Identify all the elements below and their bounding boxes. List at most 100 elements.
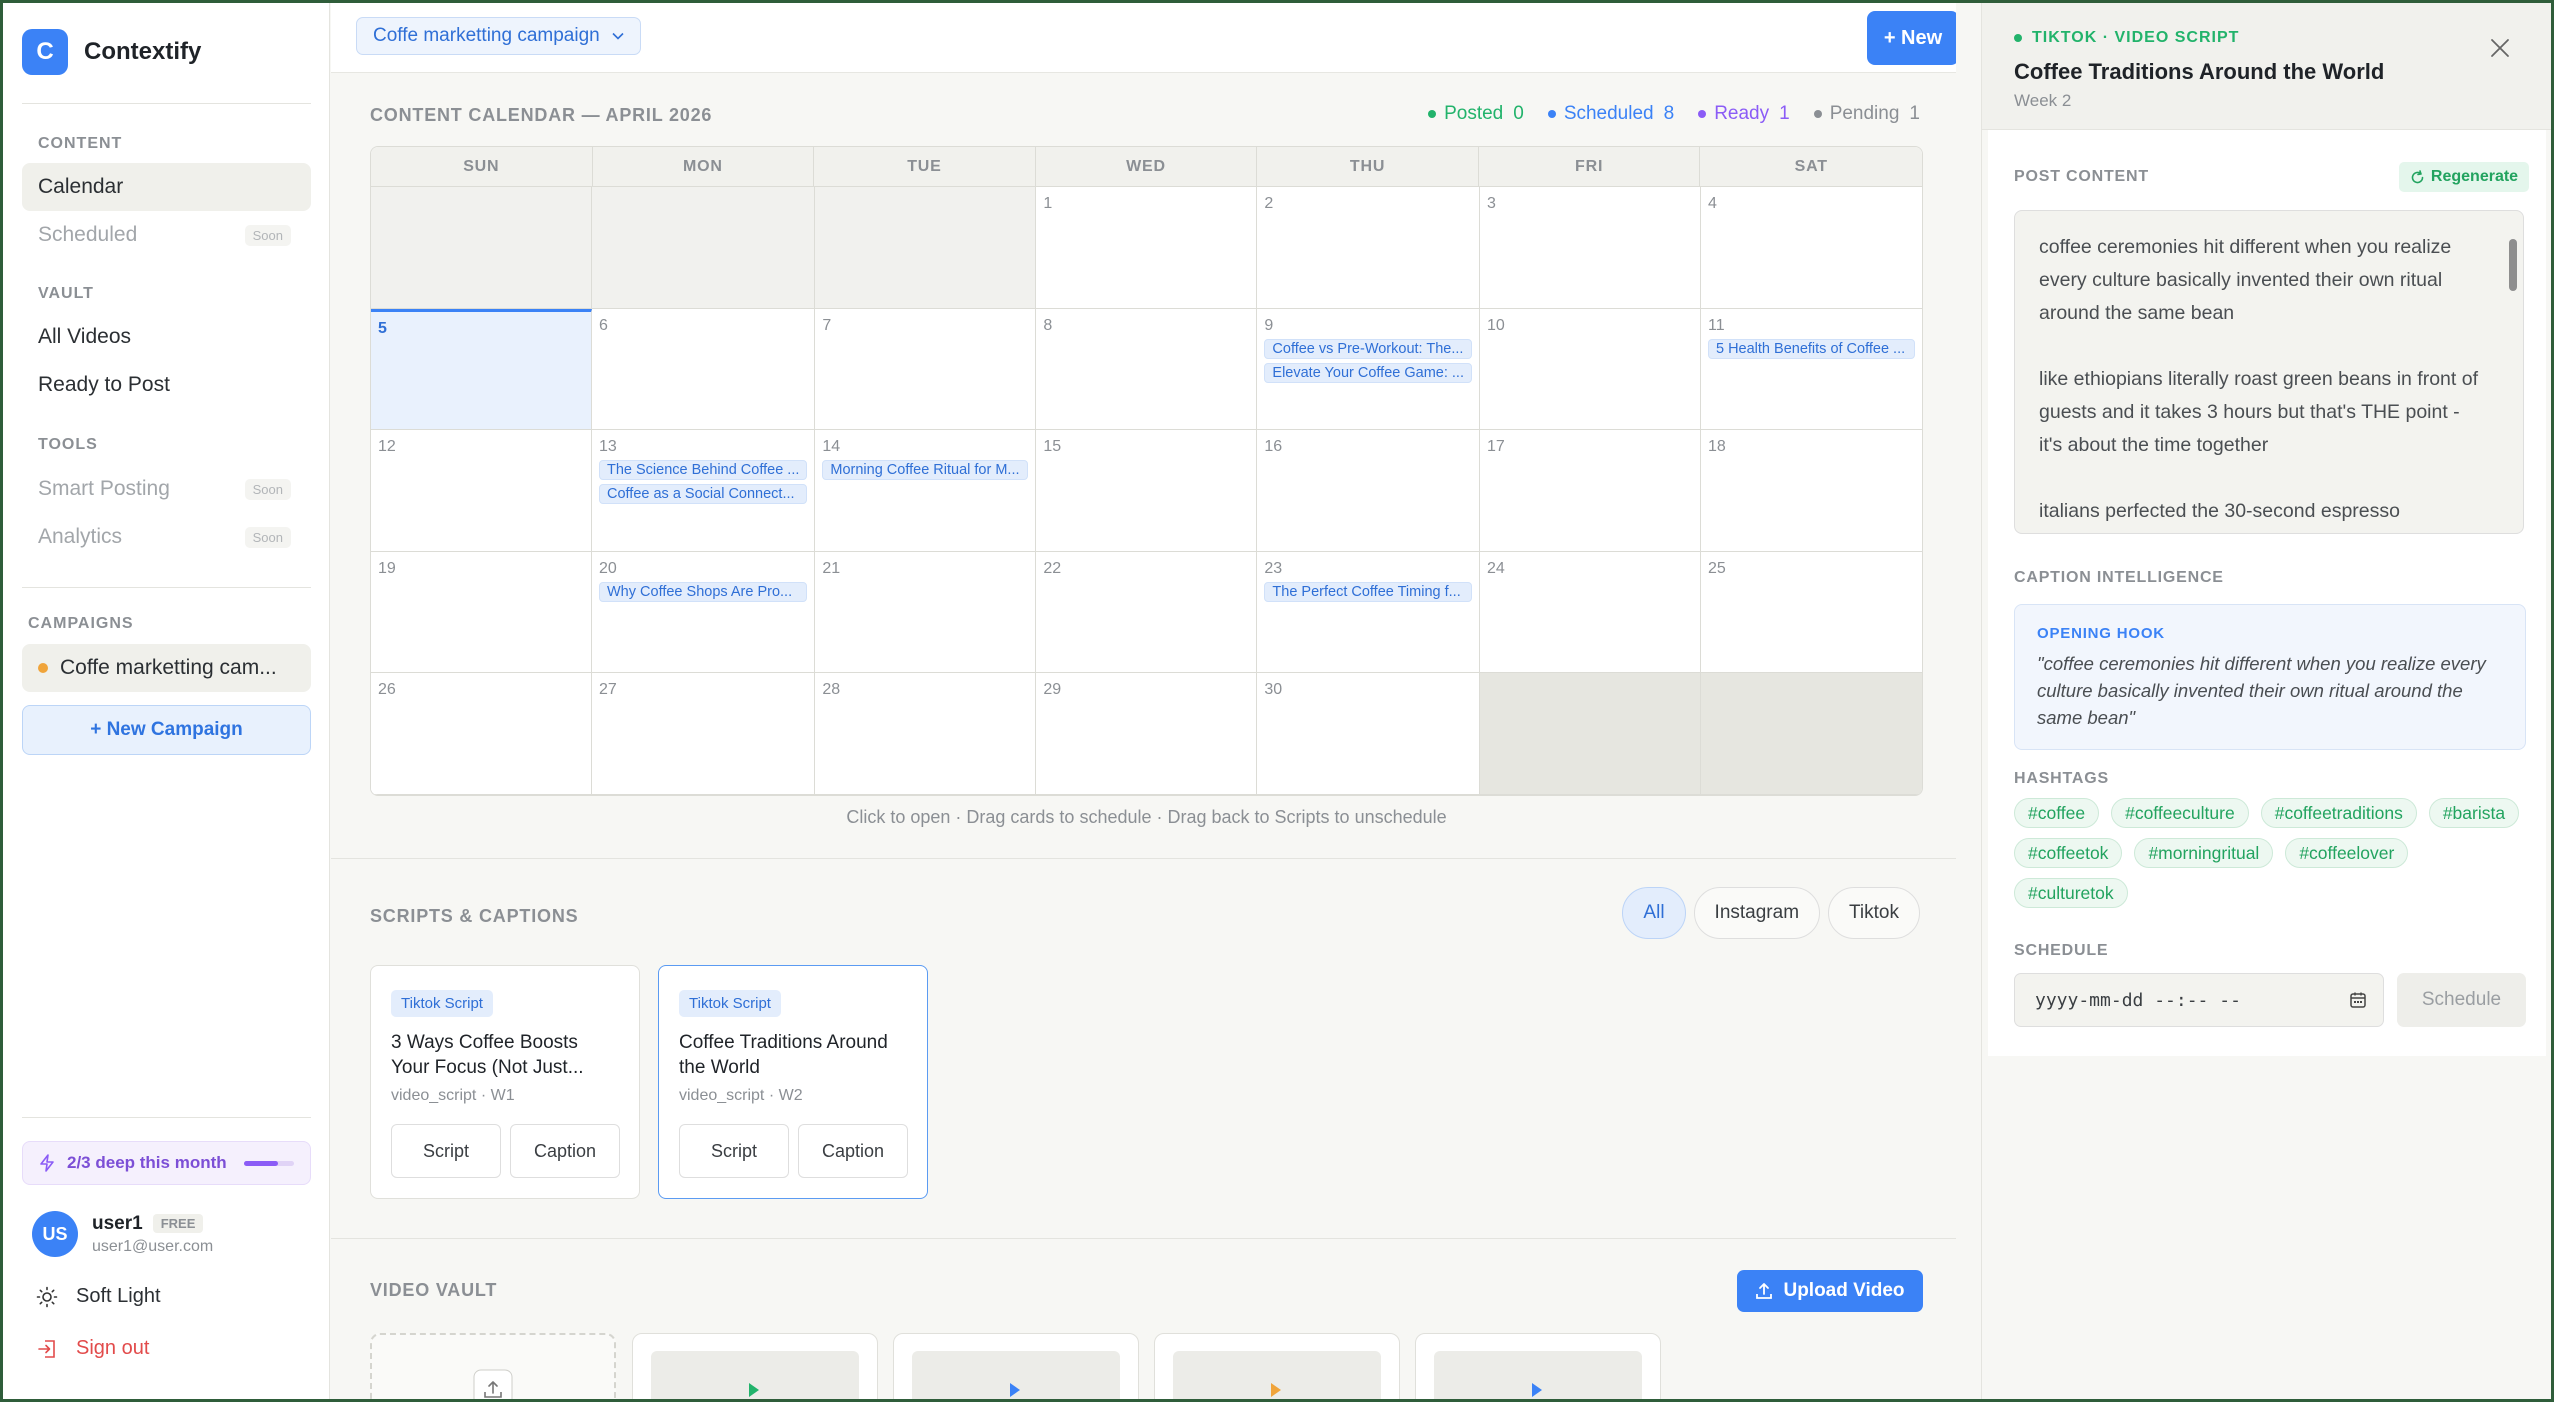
calendar-day-28[interactable]: 28 [815,673,1037,795]
regenerate-button[interactable]: Regenerate [2399,162,2529,192]
hashtag-chip[interactable]: #coffeetraditions [2260,798,2417,828]
calendar-day-23[interactable]: 23 The Perfect Coffee Timing f... [1257,551,1480,674]
calendar-event[interactable]: The Perfect Coffee Timing f... [1264,581,1472,602]
calendar-day-27[interactable]: 27 [592,673,816,795]
user-profile[interactable]: US user1 FREE user1@user.com [32,1211,213,1257]
sign-out-button[interactable]: Sign out [36,1337,149,1360]
video-card[interactable] [1154,1333,1400,1399]
day-number: 10 [1486,316,1505,334]
script-card-selected[interactable]: Tiktok Script Coffee Traditions Around t… [658,965,928,1199]
user-name-row: user1 FREE [92,1213,213,1235]
calendar-day-21[interactable]: 21 [815,551,1037,674]
calendar-day-16[interactable]: 16 [1257,430,1480,552]
calendar-day-17[interactable]: 17 [1479,430,1701,552]
schedule-datetime-input[interactable]: yyyy-mm-dd --:-- -- [2014,973,2384,1027]
caption-button[interactable]: Caption [798,1124,908,1178]
sidebar-item-scheduled[interactable]: Scheduled Soon [22,211,311,259]
calendar-day-4[interactable]: 4 [1700,187,1922,309]
sidebar-item-calendar[interactable]: Calendar [22,163,311,211]
video-card[interactable] [1415,1333,1661,1399]
calendar-day-29[interactable]: 29 [1036,673,1258,795]
script-button[interactable]: Script [391,1124,501,1178]
filter-tiktok[interactable]: Tiktok [1828,887,1920,939]
close-icon[interactable] [2489,37,2511,59]
calendar-day-9[interactable]: 9 Coffee vs Pre-Workout: The... Elevate Yo… [1257,308,1480,431]
play-icon [1010,1383,1020,1397]
day-number: 26 [378,681,396,699]
hashtag-chip[interactable]: #coffeetok [2014,838,2123,868]
calendar-day-3[interactable]: 3 [1479,187,1701,309]
upload-drop-zone[interactable] [370,1333,616,1399]
calendar-day-6[interactable]: 6 [592,308,816,431]
calendar-day-15[interactable]: 15 [1036,430,1258,552]
calendar-event[interactable]: Elevate Your Coffee Game: ... [1264,362,1472,383]
post-content-scrollbar[interactable] [2509,239,2517,291]
calendar-event[interactable]: The Science Behind Coffee ... [599,460,808,481]
calendar-day-20[interactable]: 20 Why Coffee Shops Are Pro... [592,551,816,674]
schedule-button[interactable]: Schedule [2397,973,2526,1027]
campaign-selector-label: Coffe marketting campaign [373,25,600,46]
calendar-event[interactable]: Why Coffee Shops Are Pro... [599,581,808,602]
upload-video-button[interactable]: Upload Video [1737,1270,1923,1312]
new-button[interactable]: + New [1867,11,1956,65]
calendar-day-24[interactable]: 24 [1479,551,1701,674]
calendar-icon[interactable] [2349,991,2367,1009]
calendar-day-13[interactable]: 13 The Science Behind Coffee ... Coffee as… [592,430,816,552]
calendar-day-8[interactable]: 8 [1036,308,1258,431]
plan-badge: FREE [152,1214,204,1233]
calendar-event[interactable]: Coffee vs Pre-Workout: The... [1264,338,1472,359]
hashtag-chip[interactable]: #coffeeculture [2111,798,2249,828]
hashtag-chip[interactable]: #barista [2428,798,2520,828]
calendar-day-2[interactable]: 2 [1257,187,1480,309]
calendar-day-14[interactable]: 14 Morning Coffee Ritual for M... [815,430,1037,552]
calendar-day-19[interactable]: 19 [371,551,592,674]
video-card[interactable] [632,1333,878,1399]
usage-bar [244,1160,294,1166]
calendar-day-18[interactable]: 18 [1700,430,1922,552]
calendar-event[interactable]: Morning Coffee Ritual for M... [822,460,1029,481]
day-number: 30 [1264,681,1283,699]
legend-item-scheduled[interactable]: Scheduled 8 [1547,103,1674,125]
usage-label: 2/3 deep this month [67,1153,227,1172]
script-card[interactable]: Tiktok Script 3 Ways Coffee Boosts Your … [370,965,640,1199]
brand[interactable]: C Contextify [22,29,201,75]
sidebar-item-campaign[interactable]: Coffe marketting cam... [22,644,311,692]
calendar-day-5[interactable]: 5 [371,308,592,431]
calendar-day-22[interactable]: 22 [1036,551,1258,674]
hashtag-chip[interactable]: #morningritual [2134,838,2274,868]
sidebar: C Contextify CONTENT Calendar Scheduled … [3,3,330,1399]
video-card[interactable] [893,1333,1139,1399]
usage-meter[interactable]: 2/3 deep this month [22,1141,311,1185]
filter-instagram[interactable]: Instagram [1693,887,1821,939]
hashtag-chip[interactable]: #culturetok [2014,878,2128,908]
hashtag-chip[interactable]: #coffeelover [2285,838,2409,868]
calendar-day-25[interactable]: 25 [1700,551,1922,674]
sidebar-item-label: All Videos [38,325,132,348]
theme-toggle[interactable]: Soft Light [36,1285,161,1308]
new-campaign-button[interactable]: + New Campaign [22,705,311,755]
calendar-day-26[interactable]: 26 [371,673,592,795]
sidebar-item-smart-posting[interactable]: Smart Posting Soon [22,465,311,513]
filter-all[interactable]: All [1622,887,1686,939]
campaign-selector[interactable]: Coffe marketting campaign [356,17,641,55]
calendar-event[interactable]: 5 Health Benefits of Coffee ... [1707,338,1915,359]
calendar-day-1[interactable]: 1 [1036,187,1258,309]
calendar-day-10[interactable]: 10 [1479,308,1701,431]
legend-item-pending[interactable]: Pending 1 [1813,103,1920,125]
calendar-event[interactable]: Coffee as a Social Connect... [599,484,808,505]
hashtag-chip[interactable]: #coffee [2014,798,2100,828]
sidebar-item-all-videos[interactable]: All Videos [22,313,311,361]
script-button[interactable]: Script [679,1124,789,1178]
calendar-day-7[interactable]: 7 [815,308,1037,431]
post-content-textarea[interactable]: coffee ceremonies hit different when you… [2014,210,2524,534]
legend-item-posted[interactable]: Posted 0 [1428,103,1524,125]
caption-button[interactable]: Caption [510,1124,620,1178]
script-meta: video_script · W1 [391,1087,515,1104]
legend-item-ready[interactable]: Ready 1 [1698,103,1790,125]
section-divider [331,1238,1956,1239]
calendar-day-30[interactable]: 30 [1257,673,1480,795]
sidebar-item-analytics[interactable]: Analytics Soon [22,513,311,561]
calendar-day-12[interactable]: 12 [371,430,592,552]
calendar-day-11[interactable]: 11 5 Health Benefits of Coffee ... [1700,308,1922,431]
sidebar-item-ready-to-post[interactable]: Ready to Post [22,361,311,409]
